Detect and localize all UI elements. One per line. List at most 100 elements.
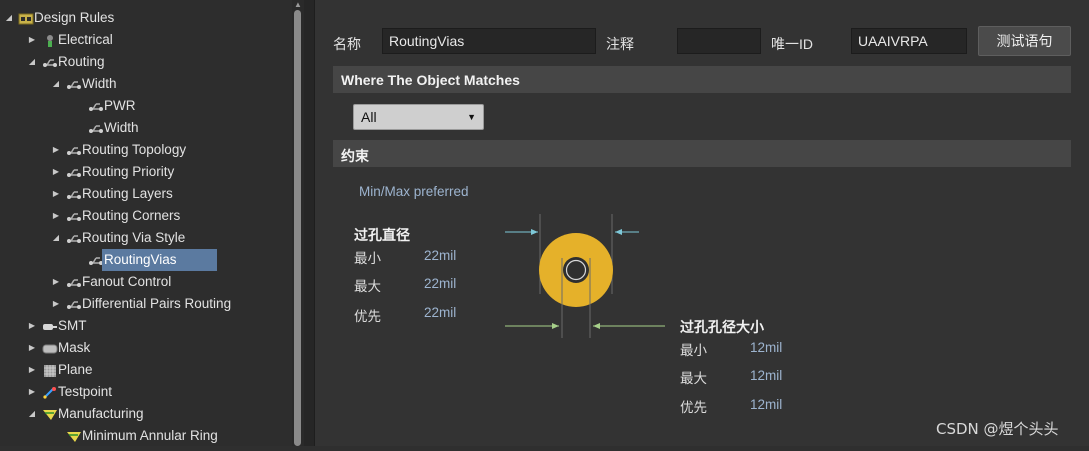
watermark: CSDN @煜个头头: [936, 420, 1059, 438]
tree-item[interactable]: ▶ Electrical: [0, 29, 292, 51]
tree-item[interactable]: ▶ Routing Priority: [0, 161, 292, 183]
name-input[interactable]: [382, 28, 596, 54]
manufacturing-icon: [42, 407, 58, 421]
collapse-arrow-icon[interactable]: ◢: [4, 7, 14, 29]
expand-arrow-icon[interactable]: ▶: [27, 337, 37, 359]
tree-item-label: SMT: [58, 318, 87, 333]
tree-item[interactable]: Minimum Annular Ring: [0, 425, 292, 447]
expand-arrow-icon[interactable]: ▶: [27, 359, 37, 381]
comment-label: 注释: [606, 36, 634, 52]
rule-icon: [88, 121, 104, 135]
rule-icon: [66, 187, 82, 201]
object-match-select[interactable]: All ▼: [353, 104, 484, 130]
tree-item[interactable]: ◢ Width: [0, 73, 292, 95]
test-query-button[interactable]: 测试语句: [978, 26, 1071, 56]
via-diameter-preferred-label: 优先: [354, 309, 381, 325]
smt-icon: [42, 319, 58, 333]
hole-size-min-value[interactable]: 12mil: [750, 340, 782, 355]
collapse-arrow-icon[interactable]: ◢: [51, 73, 61, 95]
via-diameter-preferred-value[interactable]: 22mil: [424, 305, 456, 320]
via-diameter-max-value[interactable]: 22mil: [424, 276, 456, 291]
via-diameter-min-value[interactable]: 22mil: [424, 248, 456, 263]
collapse-arrow-icon[interactable]: ◢: [51, 227, 61, 249]
rule-icon: [88, 99, 104, 113]
object-match-value: All: [361, 109, 377, 125]
expand-arrow-icon[interactable]: ▶: [27, 29, 37, 51]
electrical-icon: [42, 33, 58, 47]
tree-item-label: Design Rules: [34, 10, 115, 25]
expand-arrow-icon[interactable]: ▶: [27, 315, 37, 337]
comment-input[interactable]: [677, 28, 761, 54]
tree-item-label: Width: [82, 76, 117, 91]
tree-item-label: PWR: [104, 98, 136, 113]
via-pad: [539, 233, 613, 307]
scroll-thumb[interactable]: [294, 10, 301, 446]
expand-arrow-icon[interactable]: ▶: [51, 161, 61, 183]
rule-icon: [66, 77, 82, 91]
tree-item[interactable]: ◢ Routing Via Style: [0, 227, 292, 249]
tree-item[interactable]: Width: [0, 117, 292, 139]
tree-item[interactable]: ▶ Mask: [0, 337, 292, 359]
tree-item[interactable]: ▶ Routing Layers: [0, 183, 292, 205]
tree-item-label: Testpoint: [58, 384, 113, 399]
rule-editor-panel: 名称 注释 唯一ID 测试语句 Where The Object Matches…: [315, 0, 1089, 446]
rule-icon: [66, 297, 82, 311]
rule-icon: [66, 275, 82, 289]
expand-arrow-icon[interactable]: ▶: [51, 271, 61, 293]
tree-item-label: Routing Priority: [82, 164, 175, 179]
via-diameter-max-label: 最大: [354, 279, 381, 295]
tree-item-label: Plane: [58, 362, 93, 377]
tree-item-label: Minimum Annular Ring: [82, 428, 218, 443]
constraints-title: 约束: [341, 148, 369, 164]
tree-item-label: Routing: [58, 54, 105, 69]
expand-arrow-icon[interactable]: ▶: [27, 381, 37, 403]
object-match-title: Where The Object Matches: [341, 72, 520, 88]
scroll-up-icon[interactable]: ▲: [294, 1, 302, 9]
rule-icon: [66, 209, 82, 223]
manufacturing-icon: [66, 429, 82, 443]
plane-icon: [42, 363, 58, 377]
tree-item[interactable]: ▶ Differential Pairs Routing: [0, 293, 292, 315]
expand-arrow-icon[interactable]: ▶: [51, 139, 61, 161]
design-rules-icon: [18, 11, 34, 25]
tree-item[interactable]: ▶ Routing Corners: [0, 205, 292, 227]
tree-item[interactable]: PWR: [0, 95, 292, 117]
expand-arrow-icon[interactable]: ▶: [51, 183, 61, 205]
tree-item[interactable]: ▶ SMT: [0, 315, 292, 337]
tree-scrollbar[interactable]: ▲: [292, 0, 304, 446]
tree-item[interactable]: ▶ Fanout Control: [0, 271, 292, 293]
rule-icon: [66, 143, 82, 157]
tree-item-label: Routing Layers: [82, 186, 173, 201]
tree-item[interactable]: ◢ Manufacturing: [0, 403, 292, 425]
hole-size-max-label: 最大: [680, 371, 707, 387]
rules-tree: ◢ Design Rules ▶ Electrical ◢ Routing ◢ Width PW…: [0, 0, 304, 446]
tree-item[interactable]: ▶ Plane: [0, 359, 292, 381]
tree-item-label: Routing Corners: [82, 208, 181, 223]
rule-icon: [66, 231, 82, 245]
tree-item-label: Routing Via Style: [82, 230, 186, 245]
rule-icon: [66, 165, 82, 179]
tree-item[interactable]: ◢ Design Rules: [0, 7, 292, 29]
unique-id-input[interactable]: [851, 28, 967, 54]
tree-item-label: RoutingVias: [102, 249, 217, 271]
testpoint-icon: [42, 385, 58, 399]
tree-item[interactable]: ◢ Routing: [0, 51, 292, 73]
expand-arrow-icon[interactable]: ▶: [51, 205, 61, 227]
collapse-arrow-icon[interactable]: ◢: [27, 403, 37, 425]
hole-size-min-label: 最小: [680, 343, 707, 359]
tree-item[interactable]: RoutingVias: [0, 249, 292, 271]
tree-item[interactable]: ▶ Testpoint: [0, 381, 292, 403]
tree-item-label: Fanout Control: [82, 274, 172, 289]
hole-size-preferred-value[interactable]: 12mil: [750, 397, 782, 412]
hole-size-max-value[interactable]: 12mil: [750, 368, 782, 383]
tree-item-label: Mask: [58, 340, 91, 355]
panel-splitter[interactable]: [304, 0, 315, 446]
collapse-arrow-icon[interactable]: ◢: [27, 51, 37, 73]
object-match-section-header: Where The Object Matches: [333, 66, 1071, 93]
expand-arrow-icon[interactable]: ▶: [51, 293, 61, 315]
via-diagram: [505, 214, 665, 338]
tree-item[interactable]: ▶ Routing Topology: [0, 139, 292, 161]
mask-icon: [42, 341, 58, 355]
rule-icon: [42, 55, 58, 69]
via-diameter-min-label: 最小: [354, 251, 381, 267]
